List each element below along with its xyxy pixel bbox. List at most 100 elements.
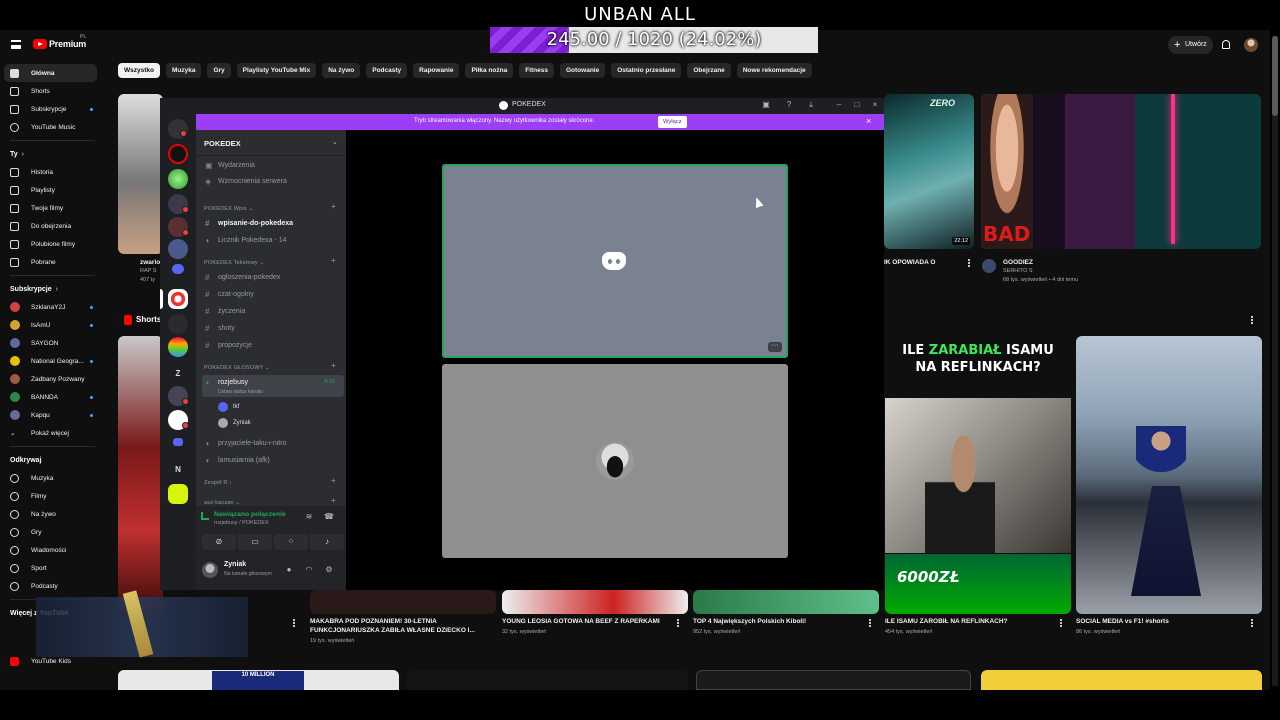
- close-icon[interactable]: ×: [866, 116, 871, 126]
- disable-streamer-mode-button[interactable]: Wyłącz: [658, 116, 687, 128]
- screen-share-button[interactable]: ▭: [238, 534, 272, 550]
- sidebar-item[interactable]: Playlisty: [0, 181, 105, 199]
- sidebar-item[interactable]: Muzyka: [0, 469, 105, 487]
- video-thumbnail[interactable]: [407, 670, 688, 690]
- server-icon[interactable]: [168, 484, 188, 504]
- youtube-brand[interactable]: Premium: [49, 39, 86, 49]
- chip[interactable]: Gotowanie: [559, 63, 606, 78]
- video-title[interactable]: MAKABRA POD POZNANIEM! 30-LETNIA FUNKCJO…: [310, 617, 480, 635]
- server-letter-z[interactable]: Z: [168, 364, 188, 384]
- headphones-icon[interactable]: ◠: [304, 565, 314, 575]
- category-header[interactable]: Zespół R ›: [204, 480, 231, 486]
- server-icon[interactable]: [168, 337, 188, 357]
- sidebar-item[interactable]: Kapqu: [0, 406, 105, 424]
- sidebar-item[interactable]: Sport: [0, 559, 105, 577]
- gear-icon[interactable]: ⚙: [324, 565, 334, 575]
- chip[interactable]: Podcasty: [366, 63, 408, 78]
- chip[interactable]: Gry: [207, 63, 231, 78]
- chip[interactable]: Playlisty YouTube Mix: [236, 63, 317, 78]
- activities-button[interactable]: ⁘: [274, 534, 308, 550]
- server-icon[interactable]: [168, 239, 188, 259]
- video-title[interactable]: SOCIAL MEDIA vs F1! #shorts: [1076, 617, 1251, 626]
- chip[interactable]: Na żywo: [322, 63, 361, 78]
- sidebar-item[interactable]: Zadbany Pozwany: [0, 370, 105, 388]
- sidebar-item[interactable]: Do obejrzenia: [0, 217, 105, 235]
- sidebar-item[interactable]: Twoje filmy: [0, 199, 105, 217]
- events-item[interactable]: ▣ Wydarzenia: [202, 158, 344, 173]
- chip[interactable]: Piłka nożna: [465, 63, 514, 78]
- video-thumbnail[interactable]: [696, 670, 971, 690]
- help-icon[interactable]: ?: [784, 100, 794, 110]
- server-icon[interactable]: [168, 169, 188, 189]
- sidebar-item[interactable]: SzklanaY2J: [0, 298, 105, 316]
- short-thumbnail[interactable]: [118, 336, 163, 614]
- user-name[interactable]: Zyniak: [224, 561, 246, 568]
- video-thumbnail[interactable]: 10 MILLION: [118, 670, 399, 690]
- chip[interactable]: Wszystko: [118, 63, 160, 78]
- more-options-icon[interactable]: [1060, 619, 1062, 627]
- sidebar-item[interactable]: Polubione filmy: [0, 235, 105, 253]
- scrollbar[interactable]: [1272, 36, 1278, 686]
- show-more-button[interactable]: ⌄ Pokaż więcej: [0, 424, 105, 442]
- folder-icon[interactable]: [172, 264, 184, 274]
- bell-icon[interactable]: [1222, 40, 1230, 49]
- more-options-icon[interactable]: [293, 619, 295, 627]
- maximize-icon[interactable]: □: [852, 100, 862, 110]
- add-channel-icon[interactable]: +: [331, 202, 336, 211]
- add-channel-icon[interactable]: +: [331, 361, 336, 370]
- folder-icon[interactable]: [173, 438, 183, 446]
- voice-channel-status[interactable]: Ustaw status kanału: [218, 389, 263, 395]
- channel-shoty[interactable]: # shoty: [202, 321, 344, 336]
- screen-share-icon[interactable]: ▣: [761, 100, 771, 110]
- you-header[interactable]: Ty ›: [0, 145, 105, 163]
- chip[interactable]: Muzyka: [165, 63, 202, 78]
- sidebar-item[interactable]: Pobrane: [0, 253, 105, 271]
- sidebar-item[interactable]: Gry: [0, 523, 105, 541]
- noise-suppression-icon[interactable]: ≋: [304, 512, 314, 522]
- video-thumbnail[interactable]: [981, 670, 1262, 690]
- chip[interactable]: Rapowanie: [413, 63, 460, 78]
- short-thumbnail[interactable]: [693, 590, 879, 614]
- add-channel-icon[interactable]: +: [331, 496, 336, 505]
- sidebar-item-home[interactable]: Główna: [4, 64, 97, 82]
- sidebar-item[interactable]: Historia: [0, 163, 105, 181]
- avatar[interactable]: [982, 259, 996, 273]
- participant-tile-speaking[interactable]: ···: [442, 164, 788, 358]
- category-header[interactable]: POKEDEX GŁOSOWY ⌄: [204, 365, 270, 371]
- sidebar-item[interactable]: Wiadomości: [0, 541, 105, 559]
- server-icon[interactable]: [168, 314, 188, 334]
- add-channel-icon[interactable]: +: [331, 256, 336, 265]
- chip[interactable]: Fitness: [519, 63, 554, 78]
- disconnect-icon[interactable]: ☎: [324, 512, 334, 522]
- sidebar-item[interactable]: Na żywo: [0, 505, 105, 523]
- channel-propozycje[interactable]: # propozycje: [202, 338, 344, 353]
- participant-tile[interactable]: [442, 364, 788, 558]
- voice-user[interactable]: tkf: [218, 400, 239, 414]
- chip[interactable]: Obejrzane: [687, 63, 731, 78]
- more-options-icon[interactable]: [677, 619, 679, 627]
- close-icon[interactable]: ×: [870, 100, 880, 110]
- sidebar-item[interactable]: National Geogra...: [0, 352, 105, 370]
- server-letter-n[interactable]: N: [168, 460, 188, 480]
- server-header[interactable]: POKEDEX ⌄: [196, 130, 346, 156]
- more-options-icon[interactable]: [1251, 316, 1253, 324]
- sidebar-item[interactable]: Podcasty: [0, 577, 105, 595]
- short-thumbnail[interactable]: ILE ZARABIAŁ ISAMU NA REFLINKACH? 6000ZŁ: [885, 336, 1071, 614]
- title-bar[interactable]: POKEDEX ▣ ? ⤓ – □ ×: [160, 98, 884, 114]
- sidebar-item-shorts[interactable]: Shorts: [0, 82, 105, 100]
- avatar[interactable]: [1244, 38, 1258, 52]
- more-options-icon[interactable]: [1251, 619, 1253, 627]
- more-options-icon[interactable]: ···: [768, 342, 782, 352]
- chip[interactable]: Nowe rekomendacje: [736, 63, 812, 78]
- video-thumbnail[interactable]: ZERO 22:12: [884, 94, 974, 249]
- video-thumbnail[interactable]: [118, 94, 163, 254]
- sidebar-item[interactable]: IsAmU: [0, 316, 105, 334]
- voice-user[interactable]: Zyniak: [218, 416, 251, 430]
- youtube-logo-icon[interactable]: [33, 39, 47, 49]
- channel-wpisanie-do-pokedexa[interactable]: # wpisanie-do-pokedexa: [202, 216, 344, 231]
- short-thumbnail[interactable]: [310, 590, 496, 614]
- minimize-icon[interactable]: –: [834, 100, 844, 110]
- channel-licznik-pokedexa[interactable]: ◖ Licznik Pokedexa - 14: [202, 233, 344, 248]
- short-thumbnail[interactable]: [1076, 336, 1262, 614]
- channel-czat-ogolny[interactable]: # czat-ogolny: [202, 287, 344, 302]
